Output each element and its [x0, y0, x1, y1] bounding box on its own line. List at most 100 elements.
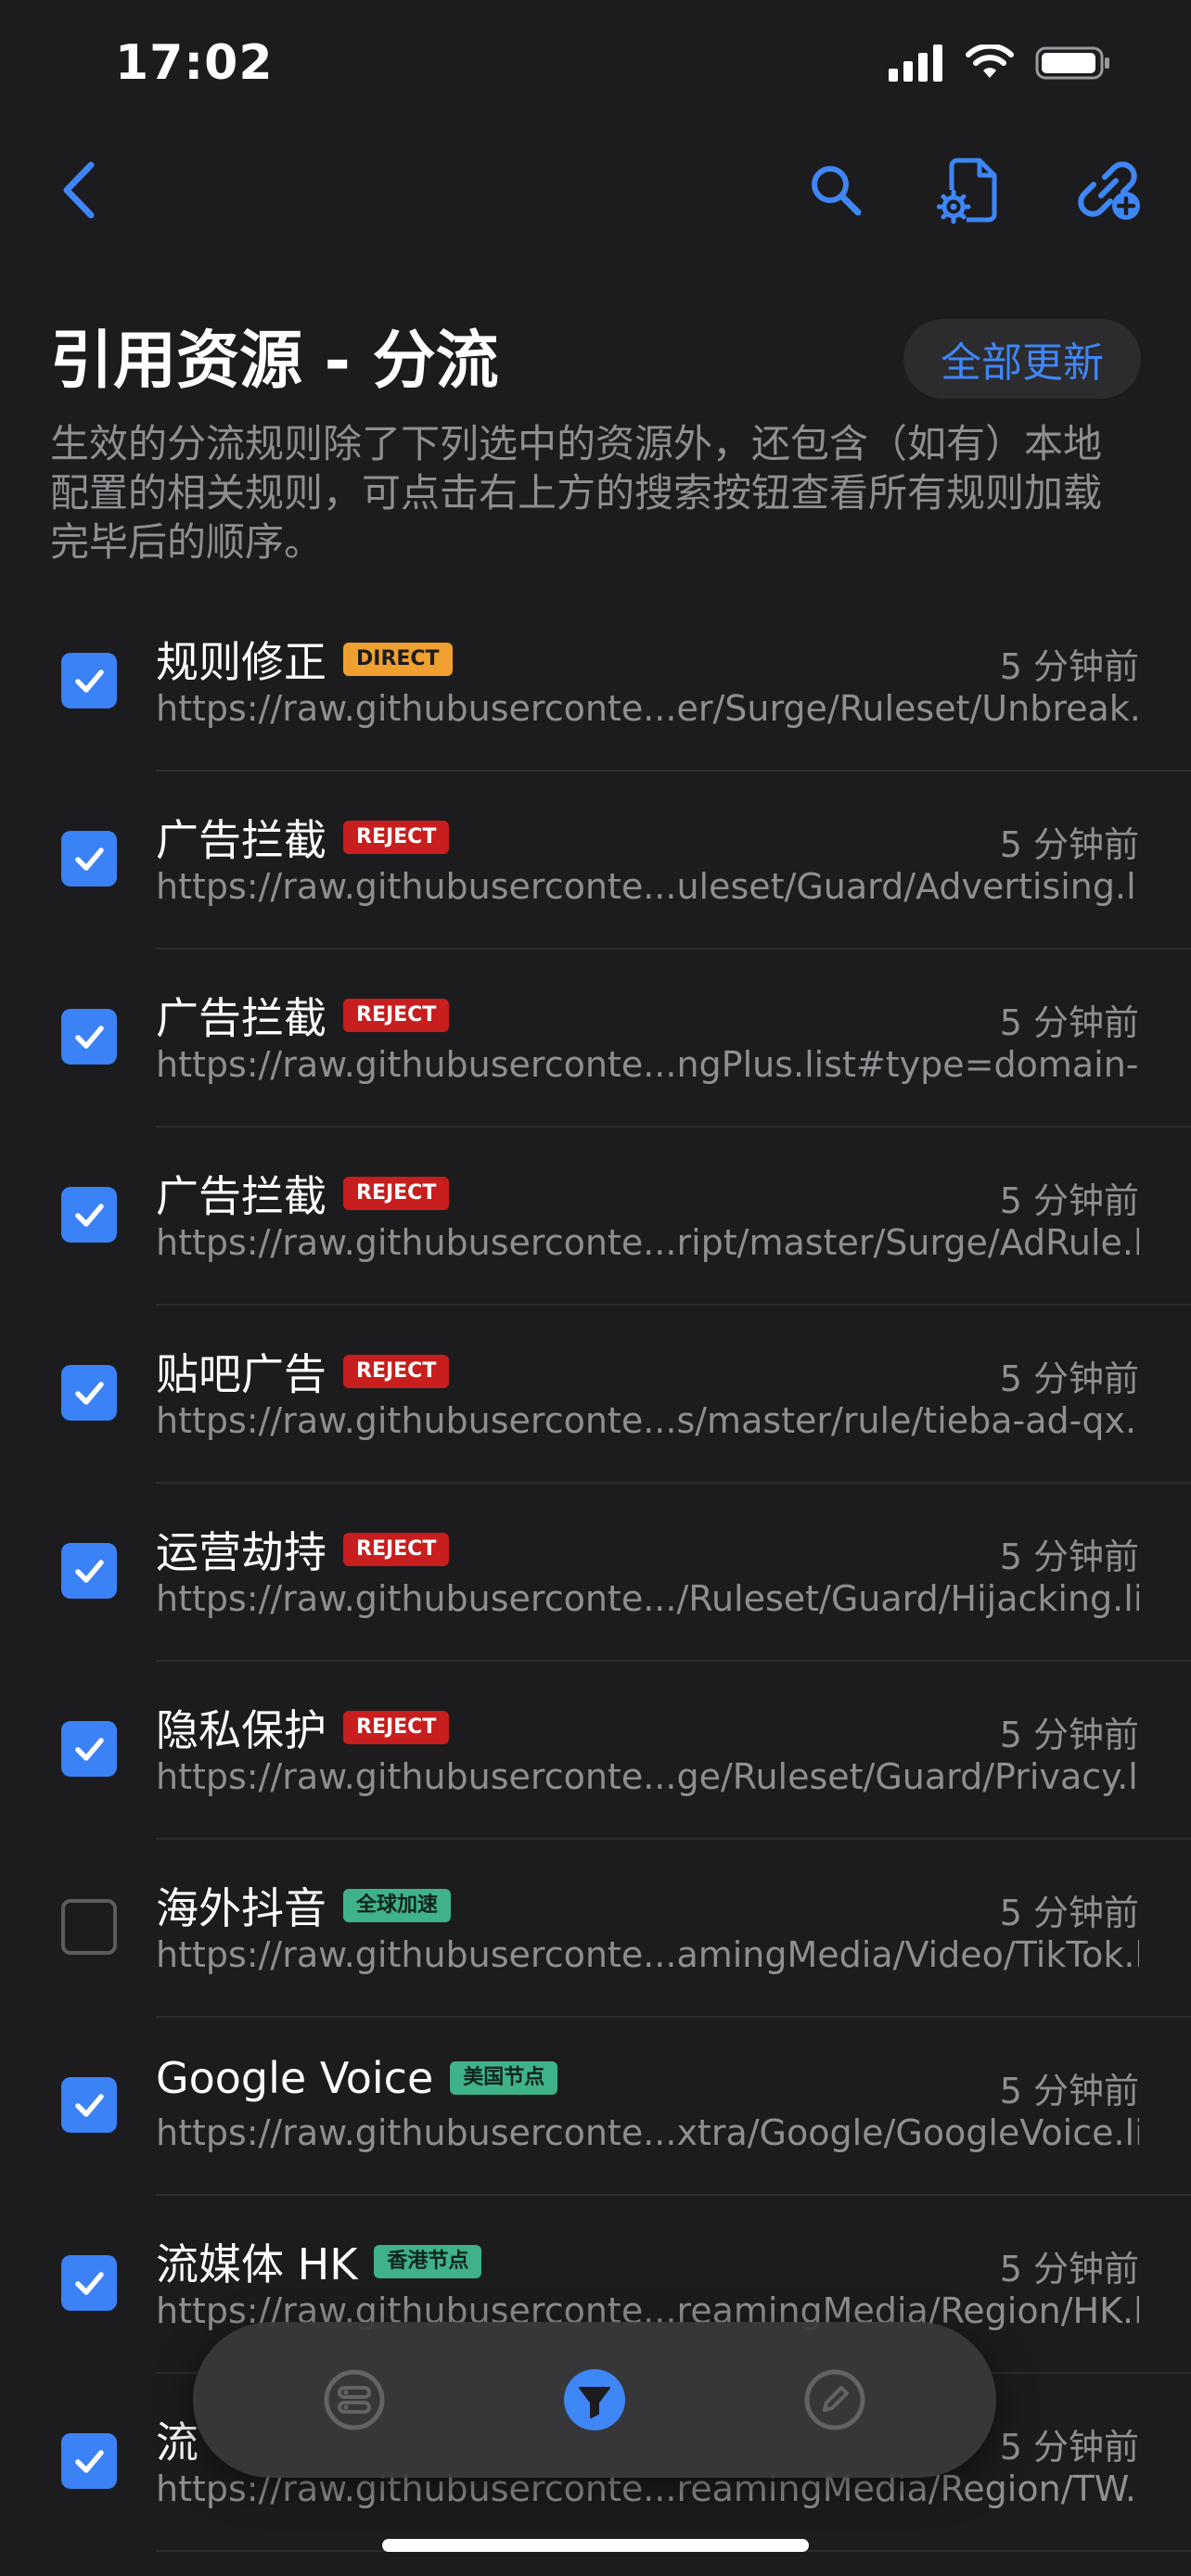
- list-item[interactable]: 广告拦截 REJECT 5 分钟前 https://raw.githubusercon…: [0, 772, 1191, 950]
- chevron-left-icon: [63, 161, 95, 219]
- resource-name-line: Google Voice 美国节点: [156, 2053, 558, 2103]
- resource-name: 贴吧广告: [156, 1349, 327, 1399]
- list-item[interactable]: Google Voice 美国节点 5 分钟前 https://raw.githubu…: [0, 2018, 1191, 2196]
- checkmark-icon: [75, 2272, 104, 2295]
- resource-name-line: 流: [156, 2409, 198, 2470]
- list-item[interactable]: 运营劫持 REJECT 5 分钟前 https://raw.githubusercon…: [0, 1484, 1191, 1662]
- back-button[interactable]: [37, 148, 121, 232]
- resource-checkbox[interactable]: [61, 2255, 117, 2311]
- resource-url: https://raw.githubuserconte...er/Surge/R…: [156, 688, 1139, 729]
- wifi-icon: [966, 45, 1014, 78]
- resource-name: Google Voice: [156, 2053, 434, 2103]
- list-item[interactable]: 广告拦截 REJECT 5 分钟前 https://raw.githubusercon…: [0, 1128, 1191, 1306]
- resource-name-line: 运营劫持 REJECT: [156, 1519, 450, 1580]
- resource-name: 运营劫持: [156, 1527, 327, 1577]
- status-icons: [889, 45, 1111, 82]
- updated-time: 5 分钟前: [999, 824, 1139, 865]
- policy-badge: 香港节点: [374, 2245, 482, 2278]
- resource-checkbox[interactable]: [61, 1187, 117, 1243]
- config-file-button[interactable]: [928, 148, 1011, 232]
- rule-resource-list: 规则修正 DIRECT 5 分钟前 https://raw.githubusercon…: [0, 593, 1191, 2552]
- updated-time: 5 分钟前: [999, 1002, 1139, 1043]
- tab-rewrite[interactable]: [788, 2353, 881, 2446]
- list-item[interactable]: 广告拦截 REJECT 5 分钟前 https://raw.githubusercon…: [0, 950, 1191, 1128]
- resource-url: https://raw.githubuserconte.../Ruleset/G…: [156, 1578, 1139, 1619]
- resource-name-line: 广告拦截 REJECT: [156, 1163, 450, 1224]
- resource-url: https://raw.githubuserconte...xtra/Googl…: [156, 2112, 1139, 2153]
- policy-badge: DIRECT: [343, 643, 453, 676]
- resource-name: 广告拦截: [156, 815, 327, 865]
- resource-url: https://raw.githubuserconte...ript/maste…: [156, 1222, 1139, 1263]
- resource-checkbox[interactable]: [61, 1543, 117, 1599]
- resource-checkbox[interactable]: [61, 1009, 117, 1065]
- resource-name: 广告拦截: [156, 993, 327, 1043]
- home-indicator: [382, 2539, 809, 2552]
- policy-badge: 美国节点: [450, 2061, 558, 2095]
- checkmark-icon: [75, 848, 104, 871]
- resource-checkbox[interactable]: [61, 1365, 117, 1421]
- resource-checkbox[interactable]: [61, 653, 117, 708]
- pencil-icon: [804, 2369, 865, 2430]
- list-item[interactable]: 海外抖音 全球加速 5 分钟前 https://raw.githubuserconte…: [0, 1840, 1191, 2018]
- policy-badge: REJECT: [343, 1533, 450, 1566]
- policy-badge: REJECT: [343, 1177, 450, 1210]
- add-link-button[interactable]: [1069, 148, 1152, 232]
- list-item[interactable]: 规则修正 DIRECT 5 分钟前 https://raw.githubusercon…: [0, 593, 1191, 772]
- filter-icon: [564, 2369, 625, 2430]
- tab-filter[interactable]: [548, 2353, 641, 2446]
- policy-badge: 全球加速: [343, 1889, 452, 1922]
- resource-name-line: 贴吧广告 REJECT: [156, 1341, 450, 1402]
- list-item[interactable]: 隐私保护 REJECT 5 分钟前 https://raw.githubusercon…: [0, 1662, 1191, 1840]
- status-bar: 17:02: [0, 0, 1191, 130]
- resource-url: https://raw.githubuserconte...amingMedia…: [156, 1934, 1139, 1975]
- checkmark-icon: [75, 2450, 104, 2473]
- policy-badge: REJECT: [343, 999, 450, 1032]
- checkmark-icon: [75, 1738, 104, 1761]
- server-icon: [324, 2369, 385, 2430]
- search-icon: [812, 166, 862, 216]
- policy-badge: REJECT: [343, 821, 450, 854]
- update-all-button[interactable]: 全部更新: [903, 319, 1141, 399]
- file-gear-icon: [937, 158, 997, 224]
- updated-time: 5 分钟前: [999, 2427, 1139, 2468]
- checkmark-icon: [75, 1026, 104, 1049]
- updated-time: 5 分钟前: [999, 1358, 1139, 1399]
- resource-name: 广告拦截: [156, 1171, 327, 1221]
- resource-name: 海外抖音: [156, 1883, 327, 1933]
- description-text: 生效的分流规则除了下列选中的资源外，还包含（如有）本地配置的相关规则，可点击右上…: [50, 421, 1103, 565]
- tab-policies[interactable]: [308, 2353, 401, 2446]
- resource-checkbox[interactable]: [61, 1899, 117, 1955]
- signal-icon: [889, 45, 942, 82]
- resource-checkbox[interactable]: [61, 831, 117, 886]
- updated-time: 5 分钟前: [999, 2071, 1139, 2111]
- updated-time: 5 分钟前: [999, 1537, 1139, 1577]
- updated-time: 5 分钟前: [999, 1180, 1139, 1221]
- resource-name-line: 海外抖音 全球加速: [156, 1875, 452, 1936]
- resource-name-line: 广告拦截 REJECT: [156, 807, 450, 868]
- resource-checkbox[interactable]: [61, 2077, 117, 2133]
- checkmark-icon: [75, 2094, 104, 2117]
- tab-bar: [193, 2322, 996, 2478]
- resource-name-line: 隐私保护 REJECT: [156, 1697, 450, 1758]
- policy-badge: REJECT: [343, 1355, 450, 1388]
- resource-url: https://raw.githubuserconte...ge/Ruleset…: [156, 1756, 1139, 1797]
- resource-name-line: 流媒体 HK 香港节点: [156, 2231, 482, 2292]
- resource-url: https://raw.githubuserconte...s/master/r…: [156, 1400, 1139, 1441]
- checkmark-icon: [75, 670, 104, 693]
- policy-badge: REJECT: [343, 1711, 450, 1744]
- resource-name: 隐私保护: [156, 1705, 327, 1755]
- nav-bar: [0, 148, 1191, 250]
- updated-time: 5 分钟前: [999, 646, 1139, 687]
- resource-checkbox[interactable]: [61, 1721, 117, 1777]
- updated-time: 5 分钟前: [999, 1715, 1139, 1755]
- resource-name: 规则修正: [156, 637, 327, 687]
- battery-icon: [1035, 46, 1109, 80]
- link-add-icon: [1078, 161, 1140, 220]
- list-item[interactable]: 贴吧广告 REJECT 5 分钟前 https://raw.githubusercon…: [0, 1306, 1191, 1484]
- resource-name: 流媒体 HK: [156, 2239, 358, 2289]
- search-button[interactable]: [794, 148, 877, 232]
- updated-time: 5 分钟前: [999, 1893, 1139, 1933]
- checkmark-icon: [75, 1560, 104, 1583]
- resource-checkbox[interactable]: [61, 2433, 117, 2489]
- resource-url: https://raw.githubuserconte...ngPlus.lis…: [156, 1044, 1139, 1085]
